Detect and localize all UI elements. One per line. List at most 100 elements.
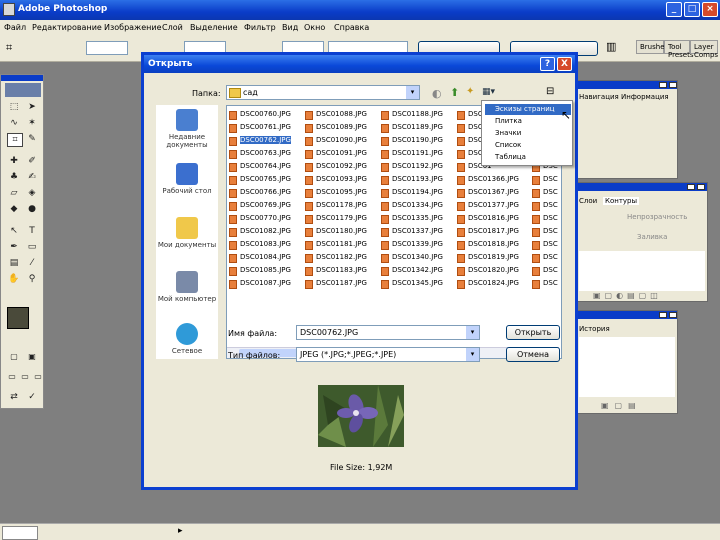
file-item[interactable]: DSC	[532, 227, 558, 240]
crop-tool-active-icon[interactable]: ⌗	[7, 133, 23, 147]
move-tool-icon[interactable]: ➤	[25, 101, 39, 113]
pen-tool-icon[interactable]: ✒	[7, 241, 21, 253]
menu-filter[interactable]: Фильтр	[244, 23, 276, 32]
file-item[interactable]: DSC01820.JPG	[457, 266, 519, 279]
layers-minimize-icon[interactable]	[687, 184, 695, 190]
file-item[interactable]: DSC01082.JPG	[229, 227, 291, 240]
view-menu-item[interactable]: Значки	[485, 128, 571, 139]
jump-check-icon[interactable]: ✓	[25, 391, 39, 403]
path-select-icon[interactable]: ↖	[7, 225, 21, 237]
brush-tool-icon[interactable]: ✐	[25, 155, 39, 167]
healing-brush-icon[interactable]: ✚	[7, 155, 21, 167]
status-arrow-icon[interactable]: ▸	[178, 526, 183, 536]
file-item[interactable]: DSC01180.JPG	[305, 227, 367, 240]
filetype-dropdown-icon[interactable]: ▾	[466, 348, 479, 361]
file-item[interactable]: DSC	[532, 214, 558, 227]
notes-tool-icon[interactable]: ▤	[7, 257, 21, 269]
minimize-icon[interactable]: _	[666, 2, 682, 17]
history-brush-icon[interactable]: ✍	[25, 171, 39, 183]
file-item[interactable]: DSC01085.JPG	[229, 266, 291, 279]
gradient-tool-icon[interactable]: ◈	[25, 187, 39, 199]
file-item[interactable]: DSC01367.JPG	[457, 188, 519, 201]
screen-mode-2-icon[interactable]: ▭	[18, 371, 32, 383]
file-item[interactable]: DSC	[532, 188, 558, 201]
magic-wand-tool-icon[interactable]: ✶	[25, 117, 39, 129]
width-field[interactable]	[86, 41, 128, 55]
menu-image[interactable]: Изображение	[104, 23, 162, 32]
file-item[interactable]: DSC01182.JPG	[305, 253, 367, 266]
lasso-tool-icon[interactable]: ∿	[7, 117, 21, 129]
file-item[interactable]: DSC01187.JPG	[305, 279, 367, 292]
file-item[interactable]: DSC01189.JPG	[381, 123, 443, 136]
place-recent[interactable]: Недавние документы	[156, 109, 218, 149]
slice-tool-icon[interactable]: ✎	[25, 133, 39, 145]
clone-stamp-icon[interactable]: ♣	[7, 171, 21, 183]
tab-navigator[interactable]: Навигация	[579, 93, 619, 101]
tab-contours[interactable]: Контуры	[603, 197, 640, 205]
file-item[interactable]: DSC01345.JPG	[381, 279, 443, 292]
up-folder-icon[interactable]: ⬆	[450, 86, 459, 99]
new-folder-icon[interactable]: ✦	[466, 86, 474, 97]
file-item[interactable]: DSC01090.JPG	[305, 136, 367, 149]
file-item[interactable]: DSC00764.JPG	[229, 162, 291, 175]
file-item[interactable]: DSC01087.JPG	[229, 279, 291, 292]
type-tool-icon[interactable]: T	[25, 225, 39, 237]
file-item[interactable]: DSC01181.JPG	[305, 240, 367, 253]
tab-brushes[interactable]: Brushes	[636, 40, 668, 54]
file-item[interactable]: DSC01818.JPG	[457, 240, 519, 253]
file-item[interactable]: DSC	[532, 175, 558, 188]
tab-info[interactable]: Информация	[621, 93, 669, 101]
file-item[interactable]: DSC01194.JPG	[381, 188, 443, 201]
jump-to-imageready-icon[interactable]: ⇄	[7, 391, 21, 403]
file-item[interactable]: DSC00760.JPG	[229, 110, 291, 123]
place-desktop[interactable]: Рабочий стол	[156, 163, 218, 195]
place-network[interactable]: Сетевое	[156, 323, 218, 355]
menu-edit[interactable]: Редактирование	[32, 23, 102, 32]
dialog-help-button[interactable]: ?	[540, 57, 555, 71]
marquee-tool-icon[interactable]: ⬚	[7, 101, 21, 113]
file-item[interactable]: DSC01366.JPG	[457, 175, 519, 188]
file-item[interactable]: DSC	[532, 253, 558, 266]
zoom-field[interactable]	[2, 526, 38, 540]
layers-list[interactable]	[579, 251, 705, 291]
crop-tool-icon[interactable]: ⌗	[6, 41, 12, 55]
file-item[interactable]: DSC01095.JPG	[305, 188, 367, 201]
history-list[interactable]	[579, 337, 675, 397]
tab-layer-comps[interactable]: Layer Comps	[690, 40, 718, 59]
file-item[interactable]: DSC01819.JPG	[457, 253, 519, 266]
file-item[interactable]: DSC00761.JPG	[229, 123, 291, 136]
file-item[interactable]: DSC01817.JPG	[457, 227, 519, 240]
file-item[interactable]: DSC01188.JPG	[381, 110, 443, 123]
tab-tool-presets[interactable]: Tool Presets	[664, 40, 693, 59]
file-item[interactable]: DSC	[532, 201, 558, 214]
file-item[interactable]: DSC01091.JPG	[305, 149, 367, 162]
foreground-color-swatch[interactable]	[7, 307, 29, 329]
view-menu-item[interactable]: Эскизы страниц	[485, 104, 571, 115]
layers-close-icon[interactable]	[697, 184, 705, 190]
palette-well-icon[interactable]: ▥	[606, 40, 616, 53]
file-item[interactable]: DSC00762.JPG	[229, 136, 291, 149]
menu-help[interactable]: Справка	[334, 23, 369, 32]
menu-select[interactable]: Выделение	[190, 23, 238, 32]
file-item[interactable]: DSC01190.JPG	[381, 136, 443, 149]
file-item[interactable]: DSC01193.JPG	[381, 175, 443, 188]
file-item[interactable]: DSC00763.JPG	[229, 149, 291, 162]
view-menu-item[interactable]: Плитка	[485, 116, 571, 127]
file-item[interactable]: DSC01089.JPG	[305, 123, 367, 136]
file-item[interactable]: DSC	[532, 240, 558, 253]
history-close-icon[interactable]	[669, 312, 677, 318]
look-in-dropdown-icon[interactable]: ▾	[406, 86, 419, 99]
file-browser-icon[interactable]: ⊟	[546, 86, 554, 97]
file-item[interactable]: DSC01337.JPG	[381, 227, 443, 240]
file-item[interactable]: DSC01183.JPG	[305, 266, 367, 279]
view-menu-item[interactable]: Список	[485, 140, 571, 151]
file-item[interactable]: DSC	[532, 266, 558, 279]
file-item[interactable]: DSC01191.JPG	[381, 149, 443, 162]
file-item[interactable]: DSC01342.JPG	[381, 266, 443, 279]
menu-window[interactable]: Окно	[304, 23, 325, 32]
file-item[interactable]: DSC00766.JPG	[229, 188, 291, 201]
layers-footer-icons[interactable]: ▣▢◐▤▢◫	[593, 291, 662, 300]
view-menu-item[interactable]: Таблица	[485, 152, 571, 163]
blur-tool-icon[interactable]: ◆	[7, 203, 21, 215]
eraser-tool-icon[interactable]: ▱	[7, 187, 21, 199]
